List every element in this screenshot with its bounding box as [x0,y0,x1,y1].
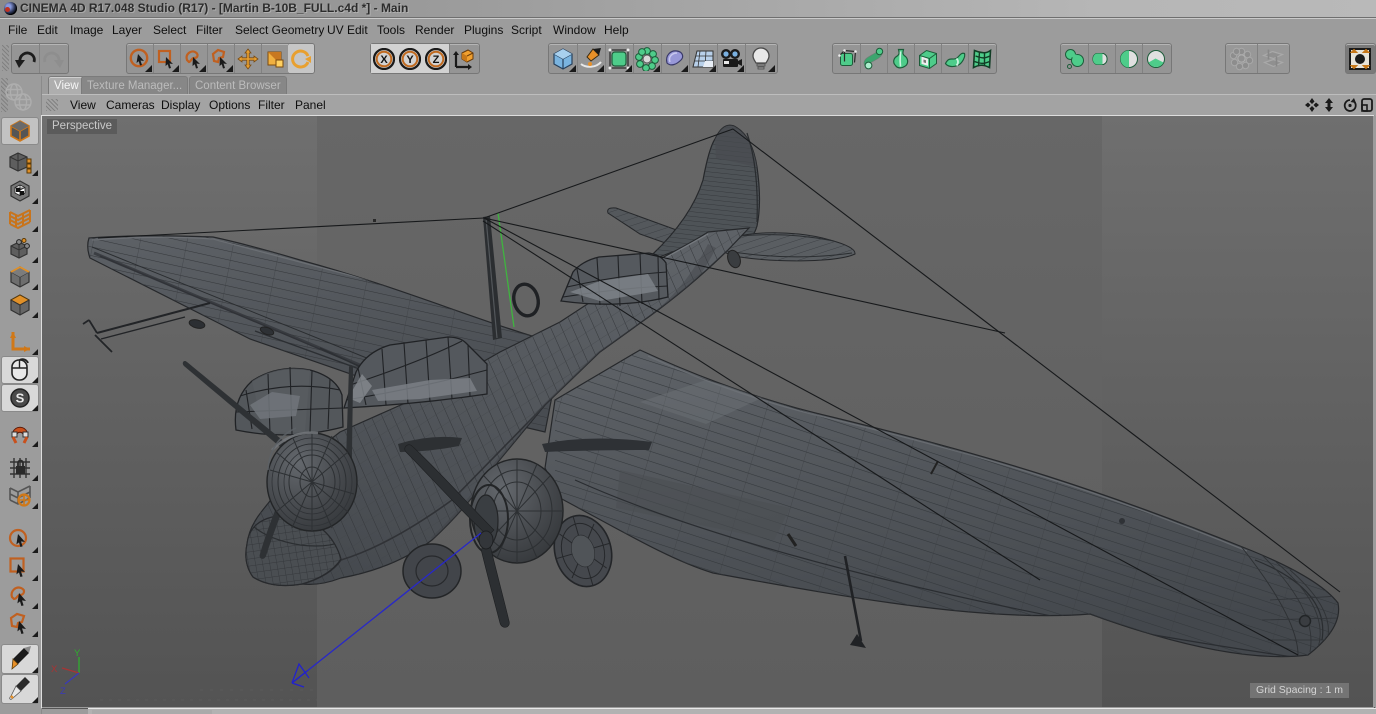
svg-text:Z: Z [433,54,440,66]
svg-text:S: S [16,391,25,406]
svg-text:Z: Z [60,686,66,697]
svg-text:X: X [380,54,388,66]
svg-text:Y: Y [406,54,414,66]
svg-text:X: X [51,664,58,675]
svg-text:Y: Y [74,648,81,659]
